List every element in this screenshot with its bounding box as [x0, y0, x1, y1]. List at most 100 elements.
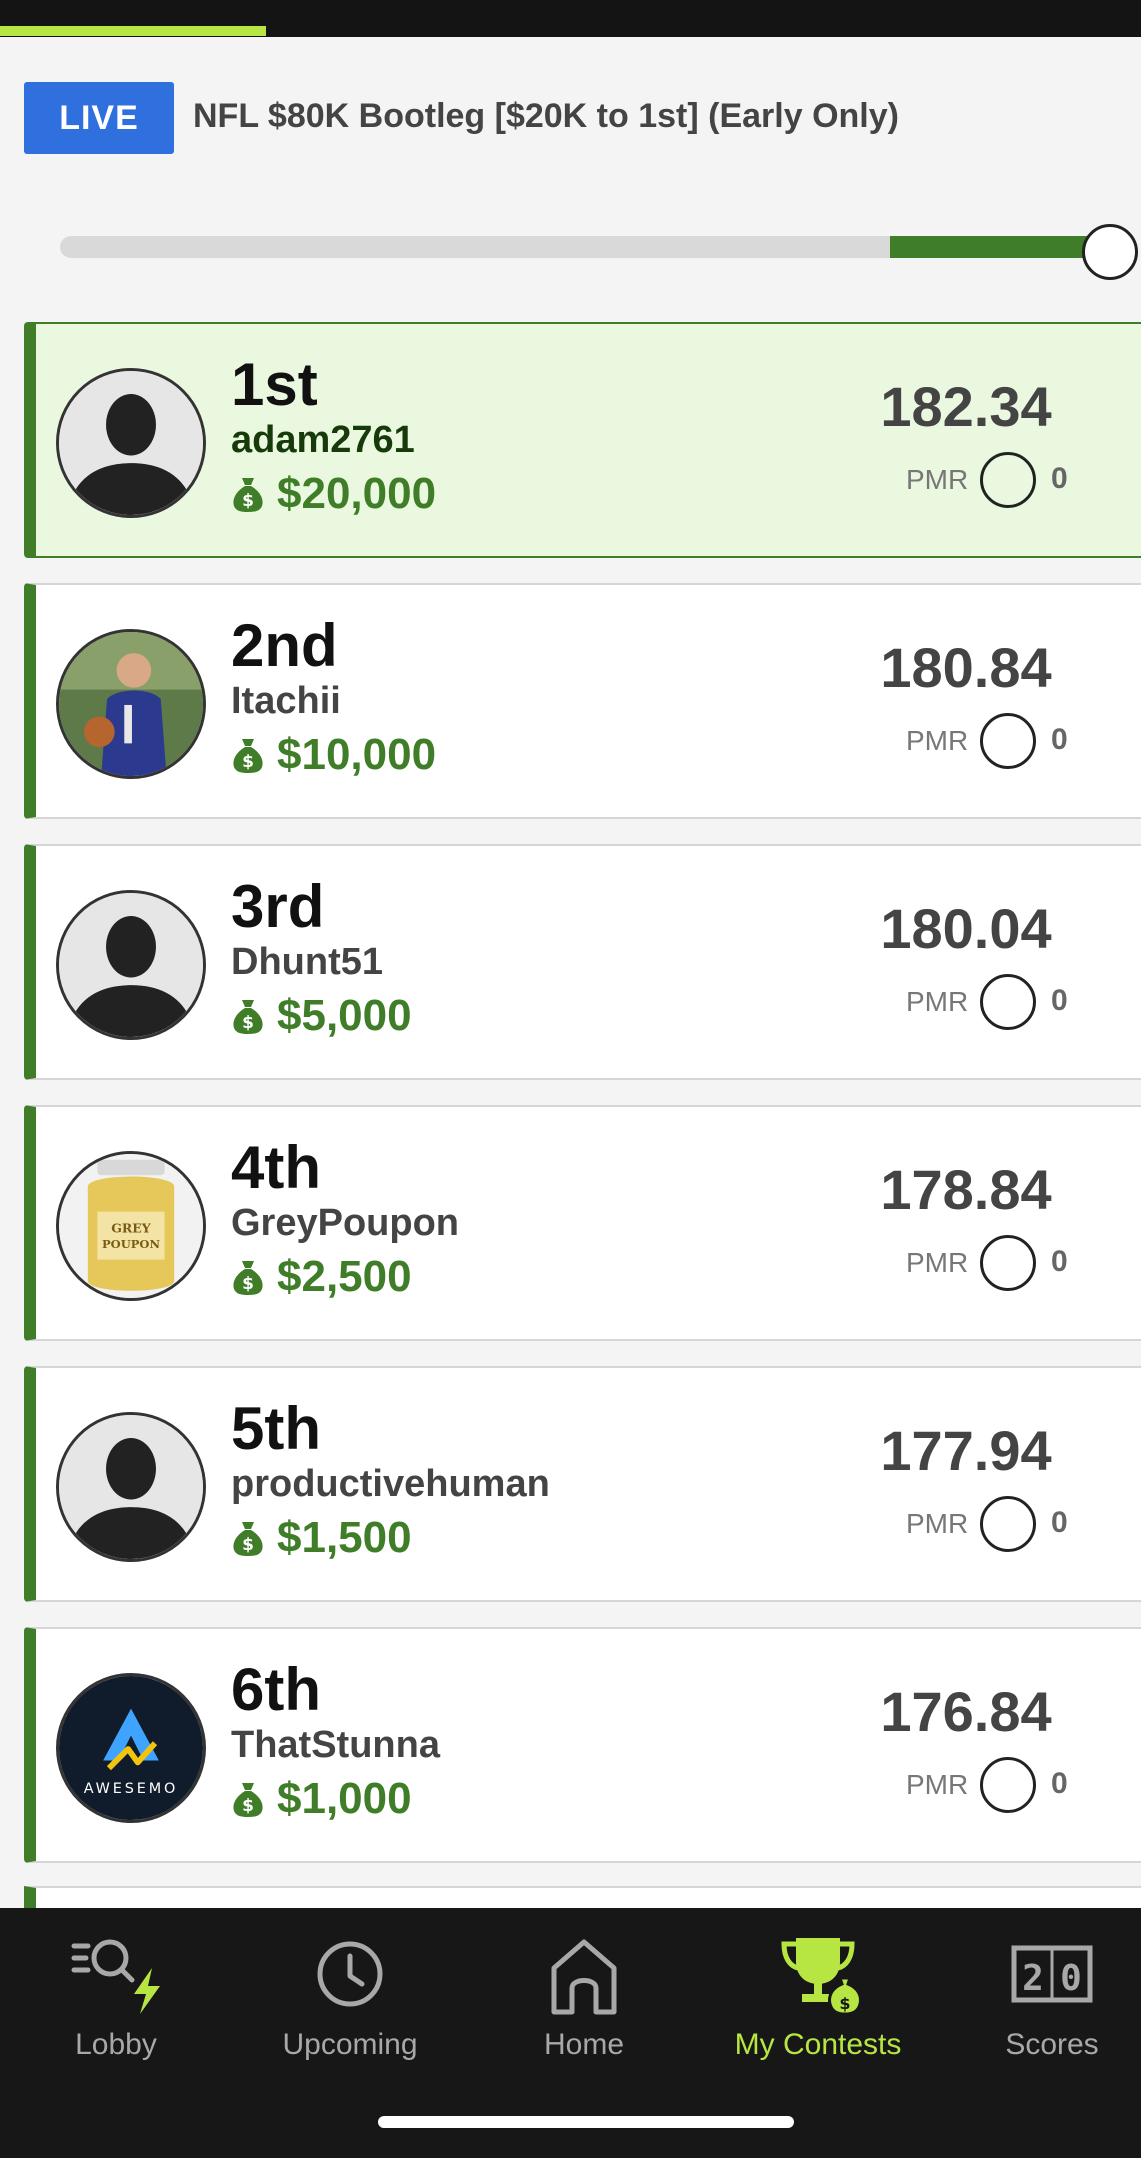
clock-icon	[317, 1941, 383, 2007]
rank-label: 6th	[231, 1656, 321, 1723]
trophy-money-icon: $	[781, 1938, 862, 2016]
leaderboard-row[interactable]: 2nd Itachii $ $10,000 180.84 PMR 0	[24, 583, 1141, 819]
leaderboard-row[interactable]: AWESEMO 6th ThatStunna $ $1,000 176.84 P…	[24, 1627, 1141, 1863]
pmr-ring-icon	[980, 713, 1036, 769]
pmr-ring-icon	[980, 1496, 1036, 1552]
tab-my-contests-label: My Contests	[734, 2028, 902, 2061]
svg-text:$: $	[242, 1013, 254, 1033]
contest-header: LIVE NFL $80K Bootleg [$20K to 1st] (Ear…	[0, 37, 1141, 307]
home-indicator[interactable]	[378, 2116, 794, 2128]
prize-row: $ $1,500	[231, 1513, 412, 1563]
tab-lobby[interactable]: Lobby	[2, 1908, 230, 2088]
money-bag-icon: $	[233, 1783, 263, 1817]
lobby-search-bolt-icon	[71, 1939, 160, 2014]
pmr-value: 0	[1051, 1506, 1068, 1539]
rank-label: 1st	[231, 351, 318, 418]
pmr-label: PMR	[906, 1769, 969, 1800]
leaderboard-row[interactable]: 3rd Dhunt51 $ $5,000 180.04 PMR 0	[24, 844, 1141, 1080]
pmr-ring-icon	[980, 1235, 1036, 1291]
contest-title[interactable]: NFL $80K Bootleg [$20K to 1st] (Early On…	[193, 97, 1133, 136]
score: 178.84	[880, 1158, 1052, 1221]
live-badge: LIVE	[24, 82, 174, 154]
svg-text:0: 0	[1060, 1958, 1082, 1999]
username: productivehuman	[231, 1463, 550, 1505]
prize-amount: $2,500	[277, 1252, 412, 1301]
svg-text:POUPON: POUPON	[102, 1237, 160, 1251]
tab-lobby-label: Lobby	[75, 2028, 157, 2061]
tab-upcoming-label: Upcoming	[282, 2028, 418, 2061]
progress-knob[interactable]	[1082, 224, 1138, 280]
tab-home[interactable]: Home	[470, 1908, 698, 2088]
tab-scores-label: Scores	[1005, 2028, 1099, 2061]
avatar: AWESEMO	[56, 1673, 206, 1823]
score: 177.94	[880, 1419, 1052, 1482]
avatar: GREY POUPON	[56, 1151, 206, 1301]
pmr-label: PMR	[906, 986, 969, 1017]
pmr-label: PMR	[906, 1247, 969, 1278]
pmr-ring-icon	[980, 1757, 1036, 1813]
pmr-label: PMR	[906, 1508, 969, 1539]
leaderboard-row[interactable]: GREY POUPON 4th GreyPoupon $ $2,500 178.8…	[24, 1105, 1141, 1341]
rank-label: 4th	[231, 1134, 321, 1201]
svg-text:2: 2	[1022, 1958, 1044, 1999]
money-bag-icon: $	[233, 1522, 263, 1556]
svg-text:$: $	[242, 752, 254, 772]
leaderboard-row[interactable]: 5th productivehuman $ $1,500 177.94 PMR …	[24, 1366, 1141, 1602]
money-bag-icon: $	[233, 478, 263, 512]
avatar	[56, 629, 206, 779]
rank-label: 2nd	[231, 612, 338, 679]
awesemo-logo-text: AWESEMO	[84, 1781, 179, 1797]
pmr-value: 0	[1051, 1767, 1068, 1800]
pmr-ring-icon	[980, 452, 1036, 508]
pmr-label: PMR	[906, 464, 969, 495]
pmr-value: 0	[1051, 723, 1068, 756]
svg-text:$: $	[242, 491, 254, 511]
username: Dhunt51	[231, 941, 383, 983]
tab-upcoming[interactable]: Upcoming	[236, 1908, 464, 2088]
username: GreyPoupon	[231, 1202, 460, 1244]
svg-text:$: $	[242, 1274, 254, 1294]
pmr-label: PMR	[906, 725, 969, 756]
username: Itachii	[231, 680, 341, 722]
username: adam2761	[231, 419, 415, 461]
tab-home-label: Home	[543, 2028, 625, 2061]
svg-text:$: $	[839, 1994, 850, 2013]
svg-text:$: $	[242, 1796, 254, 1816]
page-load-indicator	[0, 26, 266, 36]
username: ThatStunna	[231, 1724, 440, 1766]
prize-row: $ $2,500	[231, 1252, 412, 1302]
score: 182.34	[880, 375, 1052, 438]
prize-row: $ $5,000	[231, 991, 412, 1041]
tab-my-contests[interactable]: $ My Contests	[704, 1908, 932, 2088]
avatar	[56, 368, 206, 518]
prize-amount: $1,000	[277, 1774, 412, 1823]
prize-amount: $10,000	[277, 730, 437, 779]
leaderboard-list: 1st adam2761 $ $20,000 182.34 PMR 0 2nd …	[24, 322, 1141, 1888]
score: 180.84	[880, 636, 1052, 699]
svg-text:$: $	[242, 1535, 254, 1555]
prize-row: $ $10,000	[231, 730, 436, 780]
contest-progress-bar	[60, 236, 1110, 258]
svg-text:GREY: GREY	[111, 1221, 152, 1236]
home-icon	[551, 1939, 617, 2015]
score: 180.04	[880, 897, 1052, 960]
scoreboard-icon: 2 0	[1011, 1945, 1093, 2003]
pmr-value: 0	[1051, 462, 1068, 495]
rank-label: 5th	[231, 1395, 321, 1462]
rank-label: 3rd	[231, 873, 325, 940]
pmr-value: 0	[1051, 1245, 1068, 1278]
pmr-value: 0	[1051, 984, 1068, 1017]
avatar	[56, 890, 206, 1040]
contest-progress-fill	[889, 236, 1110, 258]
prize-amount: $1,500	[277, 1513, 412, 1562]
money-bag-icon: $	[233, 739, 263, 773]
prize-amount: $5,000	[277, 991, 412, 1040]
prize-row: $ $20,000	[231, 469, 436, 519]
tab-scores[interactable]: 2 0 Scores	[938, 1908, 1141, 2088]
prize-amount: $20,000	[277, 469, 437, 518]
leaderboard-row[interactable]: 1st adam2761 $ $20,000 182.34 PMR 0	[24, 322, 1141, 558]
pmr-ring-icon	[980, 974, 1036, 1030]
score: 176.84	[880, 1680, 1052, 1743]
prize-row: $ $1,000	[231, 1774, 412, 1824]
money-bag-icon: $	[233, 1000, 263, 1034]
